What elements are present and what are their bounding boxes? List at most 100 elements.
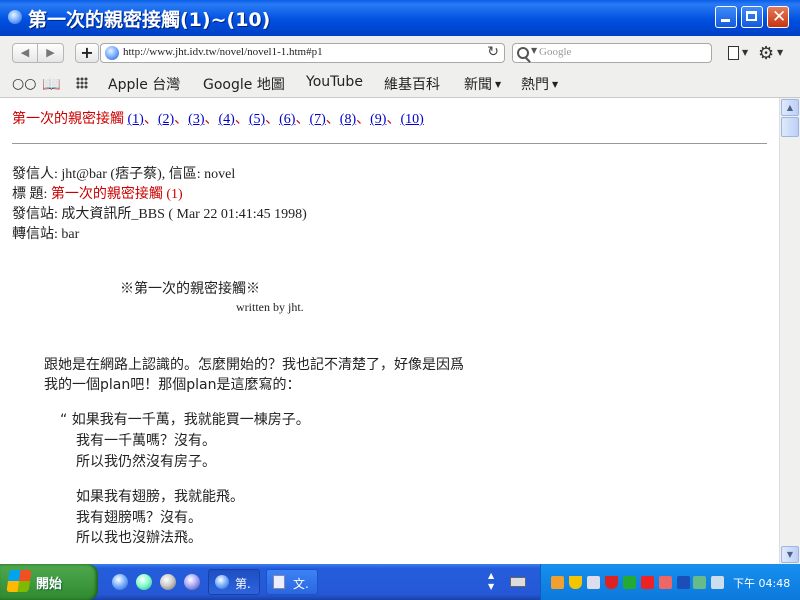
separator: 、 [265,112,280,127]
subject-label: 標 題: [12,187,51,202]
bookmark-folder-label: 熱門 [521,77,549,93]
story-text-line: “ 如果我有一千萬，我就能買一棟房子。 [60,412,310,428]
chapter-link[interactable]: (9) [370,112,386,127]
shield-icon[interactable] [569,576,582,589]
keyboard-icon[interactable] [510,577,526,587]
minimize-button[interactable] [715,6,737,28]
story-text-line: 如果我有翅膀，我就能飛。 [76,489,244,505]
post-subject: 標 題: 第一次的親密接觸 (1) [12,183,183,203]
window-title: 第一次的親密接觸(1)~(10) [28,9,271,31]
bookmark-item[interactable]: YouTube [306,74,363,90]
plus-icon: + [80,43,94,62]
page-heading: 第一次的親密接觸 [12,112,124,127]
taskbar-window-button[interactable]: 文. [266,569,318,595]
network-icon[interactable] [587,576,600,589]
triangle-up-icon: ▲ [786,103,794,112]
story-title: ※第一次的親密接觸※ [120,282,260,297]
chevron-down-icon: ▼ [531,46,538,55]
window-title-bar[interactable]: 第一次的親密接觸(1)~(10) ✕ [0,0,800,37]
quicklaunch-browser-icon[interactable] [112,574,128,590]
add-bookmark-button[interactable]: + [75,43,99,63]
start-label: 開始 [36,577,63,592]
scroll-down-button[interactable]: ▼ [781,546,799,563]
bookmark-item[interactable]: Apple 台灣 [108,74,180,94]
top-sites-grid-icon[interactable] [76,77,88,89]
chapter-link[interactable]: (3) [188,112,204,127]
address-input[interactable]: http://www.jht.idv.tw/novel/novel1-1.htm… [123,46,323,58]
vertical-scrollbar[interactable]: ▲ ▼ [779,98,800,564]
close-button[interactable]: ✕ [767,6,789,28]
chapter-link[interactable]: (5) [249,112,265,127]
chapter-link[interactable]: (6) [279,112,295,127]
chevron-down-icon: ▼ [552,80,559,89]
monitor-icon[interactable] [711,576,724,589]
chevron-down-icon: ▼ [742,48,749,57]
post-site: 發信站: 成大資訊所_BBS ( Mar 22 01:41:45 1998) [12,207,307,222]
story-text-line: 所以我也沒辦法飛。 [76,530,202,546]
bookmarks-book-icon[interactable]: 📖 [42,75,61,93]
taskbar-scroll-arrows-icon[interactable]: ▲ ▼ [488,570,494,592]
gear-icon[interactable]: ⚙ [758,43,774,64]
page-menu-icon[interactable] [728,46,739,60]
bookmark-folder[interactable]: 熱門 ▼ [521,74,558,94]
reload-icon[interactable]: ↻ [487,44,499,60]
chapter-link[interactable]: (4) [218,112,234,127]
quicklaunch-app-icon[interactable] [160,574,176,590]
bookmark-item[interactable]: 維基百科 [384,74,440,94]
forward-button[interactable]: ▶ [38,43,64,63]
close-icon: ✕ [772,7,787,27]
arrow-right-icon: ▶ [46,46,55,59]
chapter-link[interactable]: (10) [400,112,423,127]
story-text-line: 我有翅膀嗎？沒有。 [76,510,202,526]
scroll-up-button[interactable]: ▲ [781,99,799,116]
security-shield-icon[interactable] [605,576,618,589]
tray-app-icon[interactable] [641,576,654,589]
scroll-thumb[interactable] [781,117,799,137]
tray-app-icon[interactable] [693,576,706,589]
maximize-button[interactable] [741,6,763,28]
chapter-navigation: 第一次的親密接觸 (1)、(2)、(3)、(4)、(5)、(6)、(7)、(8)… [12,108,424,128]
story-text-line: 所以我仍然沒有房子。 [76,454,216,470]
story-text-line: 我的一個plan吧！那個plan是這麼寫的： [44,377,301,393]
divider [12,143,767,144]
bookmark-folder[interactable]: 新聞 ▼ [464,74,501,94]
post-relay: 轉信站: bar [12,227,80,242]
back-button[interactable]: ◀ [12,43,38,63]
reading-list-icon[interactable]: ○○ [12,76,36,92]
search-input[interactable]: Google [539,46,571,58]
tray-app-icon[interactable] [659,576,672,589]
address-bar[interactable]: http://www.jht.idv.tw/novel/novel1-1.htm… [100,43,505,63]
chapter-link[interactable]: (2) [158,112,174,127]
system-tray: 下午 04:48 [540,564,800,600]
bookmark-folder-label: 新聞 [464,77,492,93]
story-byline: written by jht. [236,300,304,314]
separator: 、 [143,112,158,127]
taskbar-window-label: 文. [293,577,309,591]
site-globe-icon [105,46,119,60]
maximize-icon [746,11,757,21]
chapter-link[interactable]: (7) [309,112,325,127]
separator: 、 [295,112,310,127]
separator: 、 [325,112,340,127]
search-box[interactable]: ▼ Google [512,43,712,63]
chapter-link[interactable]: (8) [340,112,356,127]
start-button[interactable]: 開始 [0,564,98,600]
taskbar-window-label: 第. [235,577,251,591]
chevron-down-icon: ▼ [495,80,502,89]
separator: 、 [356,112,371,127]
separator: 、 [204,112,219,127]
separator: 、 [234,112,249,127]
bookmark-item[interactable]: Google 地圖 [203,74,285,94]
quicklaunch-app-icon[interactable] [136,574,152,590]
clock[interactable]: 下午 04:48 [733,575,790,591]
chapter-link[interactable]: (1) [128,112,144,127]
browser-globe-icon [8,10,22,24]
arrow-left-icon: ◀ [20,46,30,59]
separator: 、 [386,112,401,127]
taskbar-window-button[interactable]: 第. [208,569,260,595]
quicklaunch-app-icon[interactable] [184,574,200,590]
tray-app-icon[interactable] [551,576,564,589]
user-icon[interactable] [623,576,636,589]
chevron-down-icon: ▼ [777,48,784,57]
bluetooth-icon[interactable] [677,576,690,589]
